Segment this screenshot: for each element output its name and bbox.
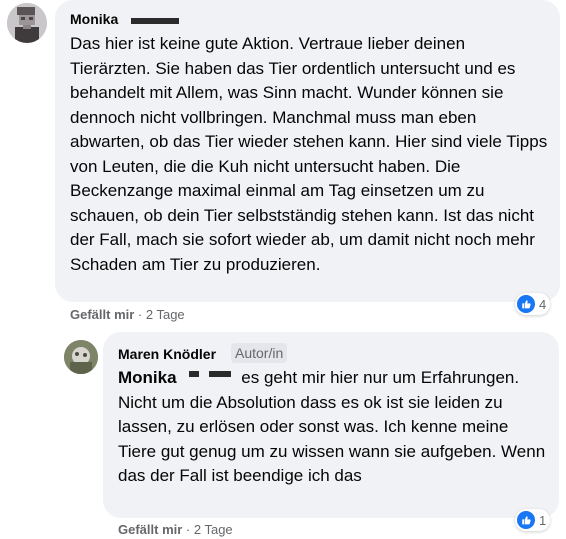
separator: · — [182, 522, 194, 537]
avatar-photo-icon — [64, 340, 98, 374]
thumbs-up-icon — [517, 511, 535, 529]
reply-text: Monika es geht mir hier nur um Erfahrung… — [118, 366, 548, 489]
reply-like-button[interactable]: Gefällt mir — [118, 522, 182, 537]
redacted-name — [131, 18, 179, 24]
comment-author[interactable]: Monika — [70, 11, 118, 27]
reaction-count-value: 4 — [539, 296, 547, 312]
like-button[interactable]: Gefällt mir — [70, 307, 134, 322]
reply-reaction-count[interactable]: 1 — [515, 509, 551, 531]
reaction-count[interactable]: 4 — [515, 293, 551, 315]
avatar-pixelated-icon — [7, 3, 47, 43]
comment-text: Das hier ist keine gute Aktion. Vertraue… — [70, 34, 548, 274]
avatar[interactable] — [7, 3, 47, 43]
comment-actions: Gefällt mir · 2 Tage — [70, 307, 185, 322]
reply-time[interactable]: 2 Tage — [194, 522, 233, 537]
reply-actions: Gefällt mir · 2 Tage — [118, 522, 233, 537]
thumbs-up-icon — [517, 295, 535, 313]
reply-author[interactable]: Maren Knödler — [118, 346, 216, 362]
comment-time[interactable]: 2 Tage — [146, 307, 185, 322]
reaction-count-value: 1 — [539, 512, 547, 528]
reply-body: es geht mir hier nur um Erfahrungen. Nic… — [118, 368, 546, 485]
mention-link[interactable]: Monika — [118, 368, 177, 387]
reply-avatar[interactable] — [64, 340, 98, 374]
separator: · — [134, 307, 146, 322]
author-badge: Autor/in — [231, 343, 288, 363]
